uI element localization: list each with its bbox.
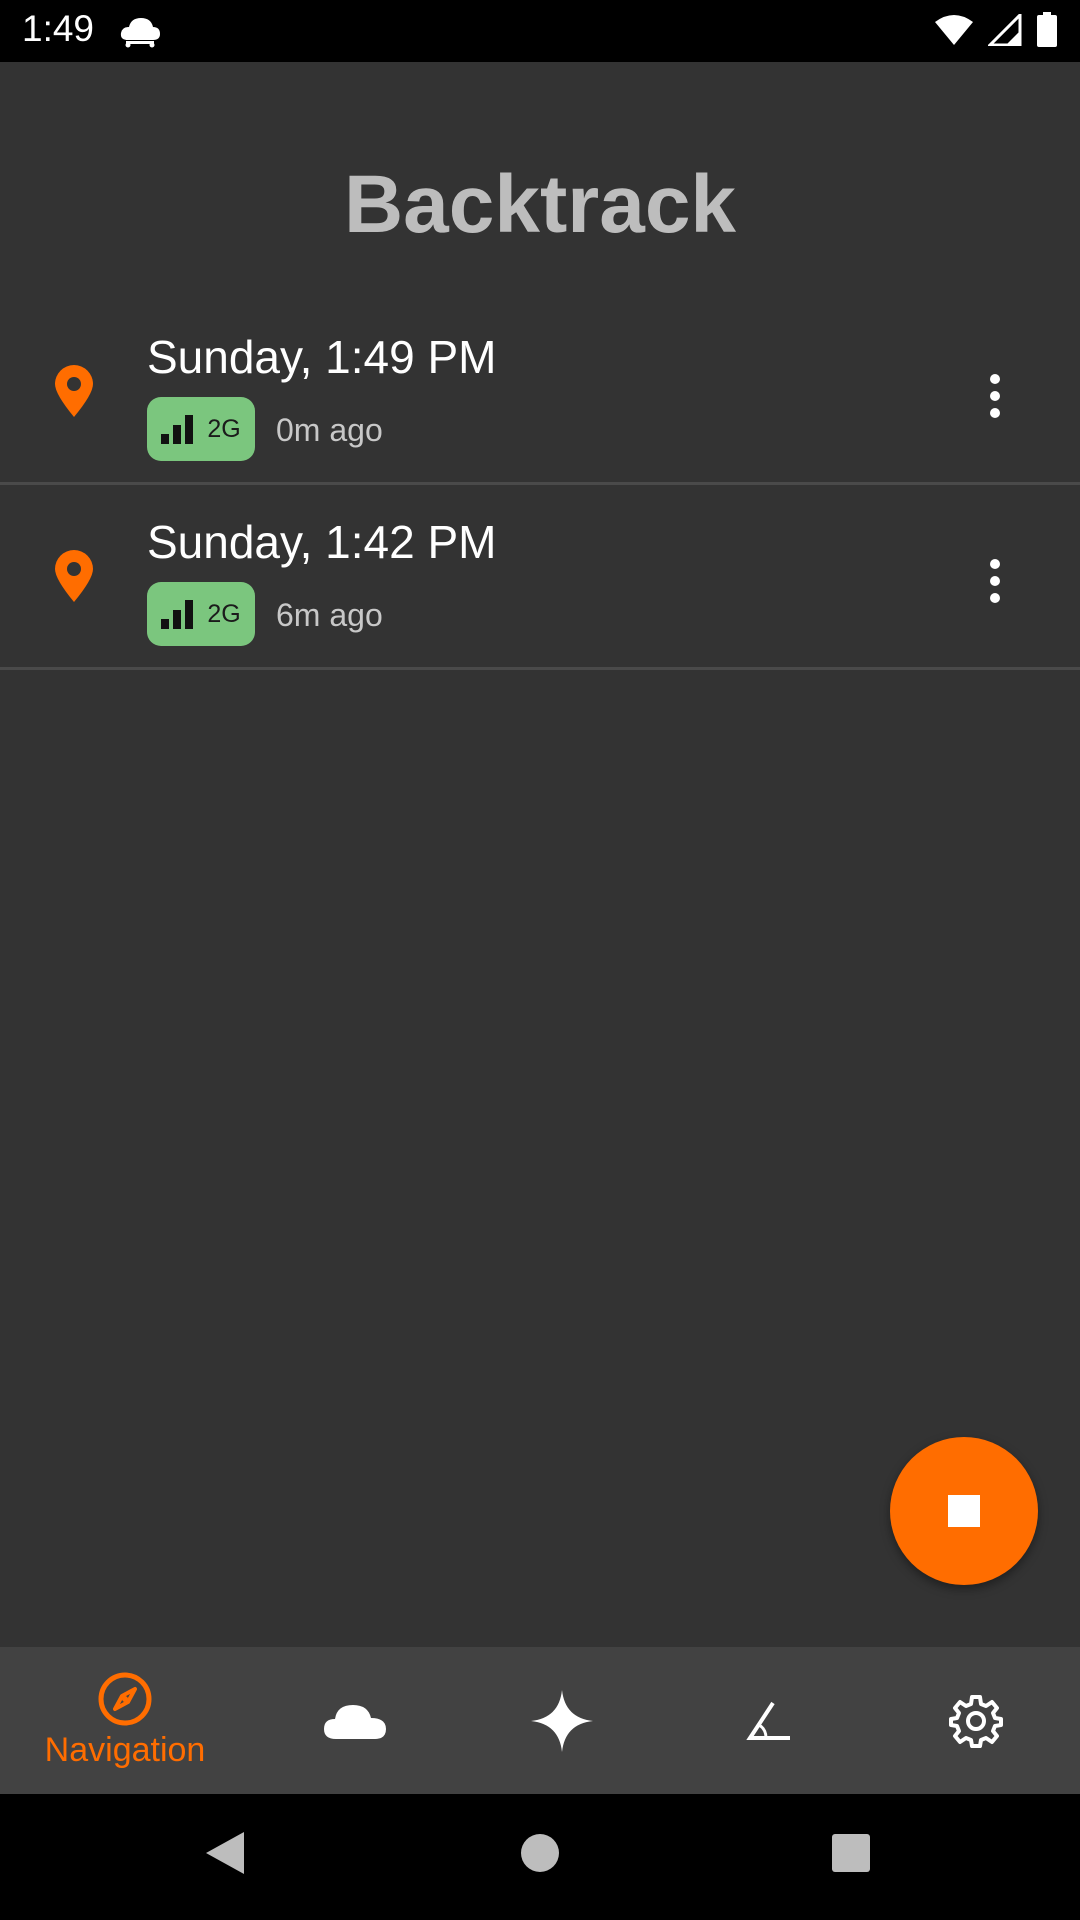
- page-title: Backtrack: [343, 159, 737, 250]
- network-badge: 2G: [147, 582, 255, 646]
- angle-icon: [746, 1701, 790, 1740]
- cloud-status-icon: [118, 14, 162, 53]
- back-icon[interactable]: [204, 1830, 246, 1876]
- nav-item-label: Navigation: [44, 1731, 206, 1769]
- nav-item-astronomy[interactable]: [454, 1647, 670, 1794]
- stop-button[interactable]: [890, 1437, 1038, 1585]
- cloud-icon: [324, 1704, 386, 1739]
- status-time: 1:49: [22, 8, 95, 49]
- network-badge: 2G: [147, 397, 255, 461]
- wifi-icon: [935, 15, 973, 45]
- location-pin-icon: [55, 365, 93, 417]
- signal-bars-icon: [161, 600, 194, 629]
- recents-icon[interactable]: [830, 1830, 872, 1876]
- entry-ago: 0m ago: [276, 412, 383, 448]
- list-item[interactable]: Sunday, 1:42 PM 2G 6m ago: [0, 485, 1080, 670]
- compass-icon: [98, 1672, 152, 1726]
- cell-signal-icon: [988, 14, 1022, 46]
- network-label: 2G: [207, 414, 241, 443]
- more-options-button[interactable]: [970, 366, 1020, 426]
- system-navigation-bar: [0, 1794, 1080, 1920]
- home-icon[interactable]: [519, 1830, 561, 1876]
- gear-icon: [949, 1694, 1003, 1748]
- list-item[interactable]: Sunday, 1:49 PM 2G 0m ago: [0, 300, 1080, 485]
- nav-item-navigation[interactable]: Navigation: [17, 1647, 233, 1794]
- bottom-navigation: Navigation: [0, 1647, 1080, 1794]
- nav-item-weather[interactable]: [247, 1647, 463, 1794]
- location-pin-icon: [55, 550, 93, 602]
- entry-ago: 6m ago: [276, 597, 383, 633]
- network-label: 2G: [207, 599, 241, 628]
- nav-item-tools[interactable]: [661, 1647, 877, 1794]
- beacon-list: Sunday, 1:49 PM 2G 0m ago Sunday, 1:42 P…: [0, 300, 1080, 670]
- stop-icon: [948, 1495, 980, 1527]
- entry-time: Sunday, 1:49 PM: [147, 331, 497, 383]
- nav-item-settings[interactable]: [868, 1647, 1080, 1794]
- more-options-button[interactable]: [970, 551, 1020, 611]
- battery-icon: [1037, 12, 1057, 47]
- signal-bars-icon: [161, 415, 194, 444]
- status-bar: 1:49: [0, 0, 1080, 62]
- sparkle-icon: [531, 1689, 593, 1752]
- entry-time: Sunday, 1:42 PM: [147, 516, 497, 568]
